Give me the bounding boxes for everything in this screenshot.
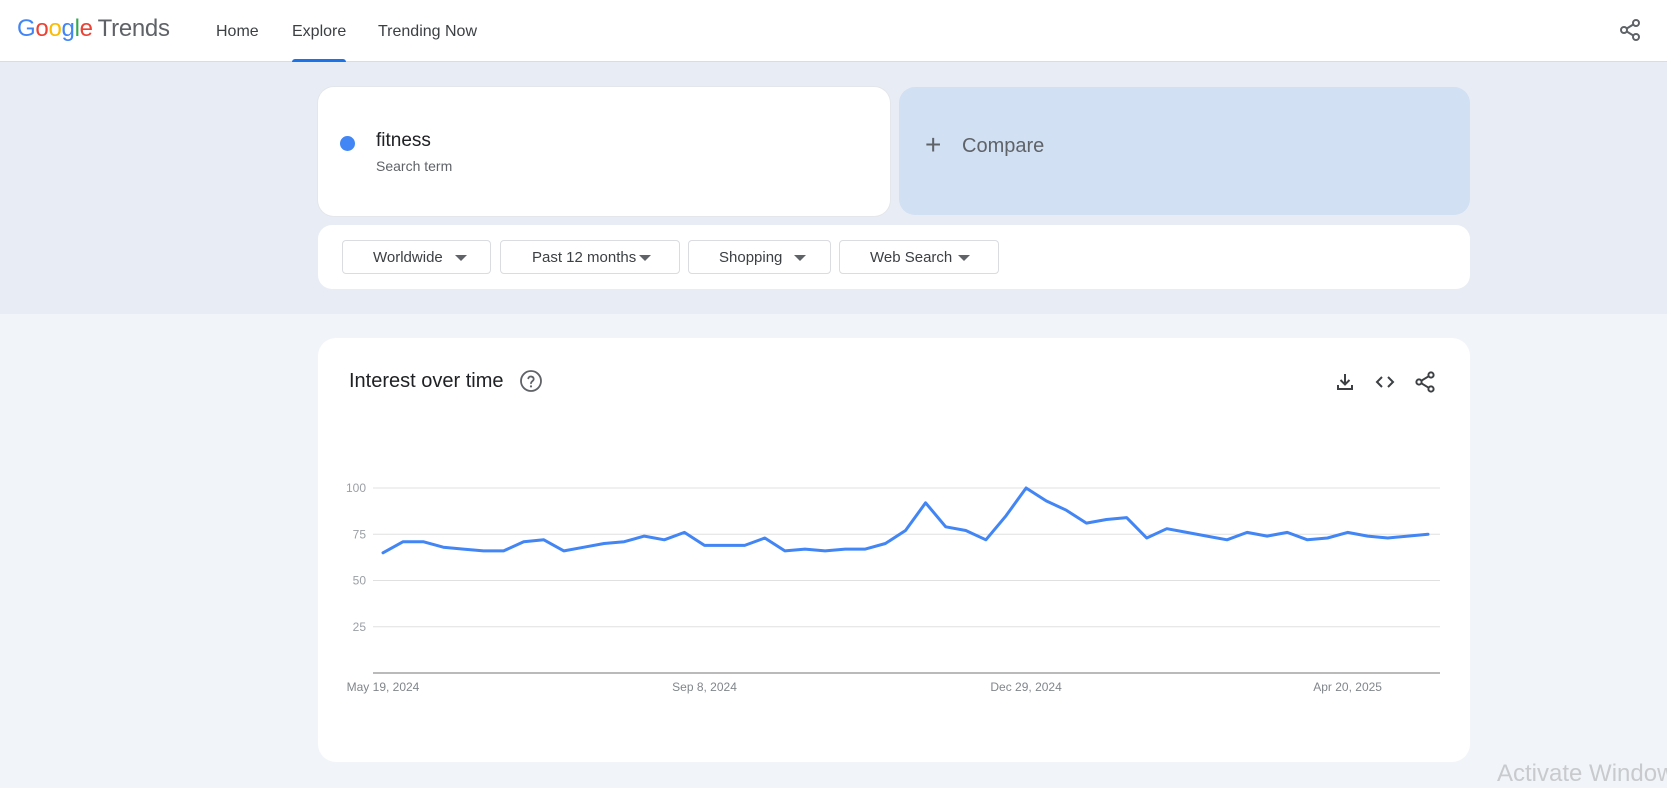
google-trends-logo[interactable]: Google Trends xyxy=(17,15,170,43)
compare-label: Compare xyxy=(962,135,1045,157)
series-line-fitness xyxy=(381,486,1430,555)
y-tick-label: 100 xyxy=(346,481,366,495)
compare-button[interactable]: + Compare xyxy=(899,87,1470,215)
search-term[interactable]: fitness xyxy=(376,130,431,152)
search-term-subtitle: Search term xyxy=(376,158,453,174)
y-tick-label: 75 xyxy=(353,527,367,541)
category-dropdown[interactable]: Shopping xyxy=(688,240,831,274)
category-label: Shopping xyxy=(719,249,783,266)
filter-bar: Worldwide Past 12 months Shopping Web Se… xyxy=(318,225,1470,289)
region-dropdown[interactable]: Worldwide xyxy=(342,240,491,274)
share-icon[interactable] xyxy=(1618,18,1642,42)
nav-trending-now[interactable]: Trending Now xyxy=(378,0,477,62)
chevron-down-icon xyxy=(794,255,806,261)
x-tick-label: Apr 20, 2025 xyxy=(1313,680,1382,694)
time-range-dropdown[interactable]: Past 12 months xyxy=(500,240,680,274)
chevron-down-icon xyxy=(958,255,970,261)
top-app-bar: Google Trends Home Explore Trending Now xyxy=(0,0,1667,63)
y-tick-label: 25 xyxy=(353,620,367,634)
interest-over-time-card: Interest over time 25 50 75 100 May 19, 2024… xyxy=(318,338,1470,762)
nav-home[interactable]: Home xyxy=(216,0,259,62)
term-color-dot xyxy=(340,136,355,151)
search-type-dropdown[interactable]: Web Search xyxy=(839,240,999,274)
chevron-down-icon xyxy=(455,255,467,261)
x-tick-label: Sep 8, 2024 xyxy=(672,680,737,694)
search-term-card[interactable]: fitness Search term xyxy=(318,87,890,216)
search-type-label: Web Search xyxy=(870,249,953,266)
x-tick-label: May 19, 2024 xyxy=(347,680,420,694)
interest-line-chart: 25 50 75 100 May 19, 2024 Sep 8, 2024 Dec 29, … xyxy=(346,481,1440,694)
x-tick-label: Dec 29, 2024 xyxy=(990,680,1062,694)
y-tick-label: 50 xyxy=(353,574,367,588)
chevron-down-icon xyxy=(639,255,651,261)
windows-activation-watermark: Activate Windows xyxy=(1497,760,1667,787)
region-label: Worldwide xyxy=(373,249,443,266)
plus-icon: + xyxy=(925,129,942,160)
time-range-label: Past 12 months xyxy=(532,249,637,266)
nav-explore[interactable]: Explore xyxy=(292,0,347,63)
